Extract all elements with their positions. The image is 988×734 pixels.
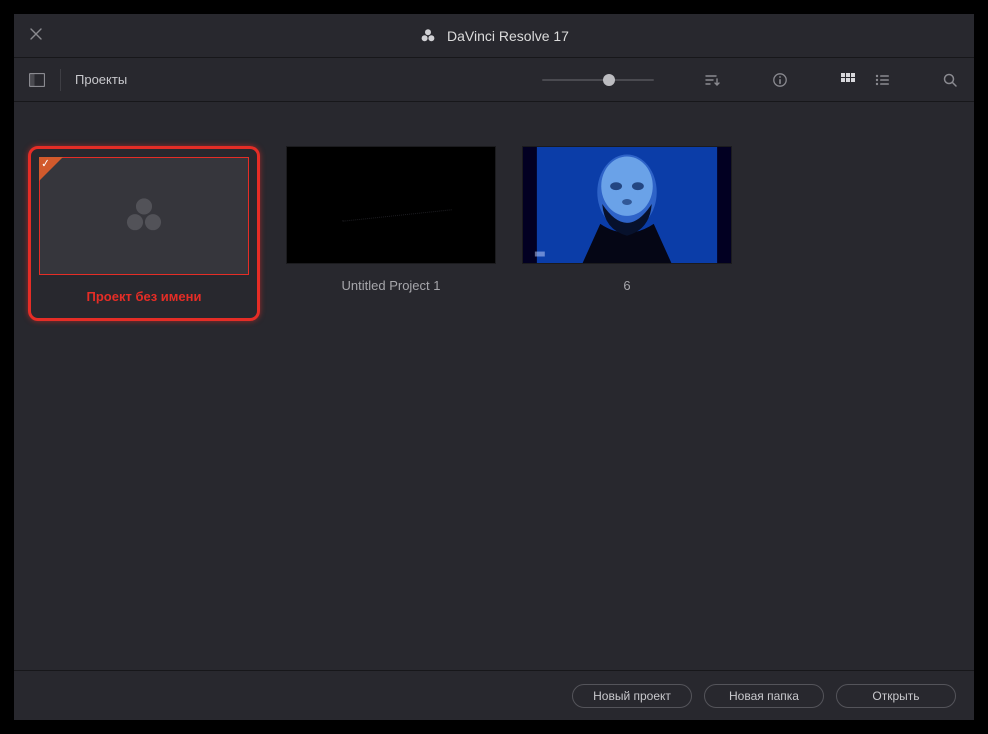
sidebar-toggle-icon[interactable]	[28, 71, 46, 89]
check-icon: ✓	[40, 157, 51, 171]
project-card[interactable]: Untitled Project 1	[286, 146, 496, 293]
project-name-label: 6	[623, 278, 630, 293]
project-name-label: Проект без имени	[87, 289, 202, 304]
project-manager-window: DaVinci Resolve 17 Проекты	[14, 14, 974, 720]
resolve-logo-icon	[121, 193, 167, 239]
project-thumbnail: ✓	[39, 157, 249, 275]
resolve-logo-icon	[419, 27, 437, 45]
breadcrumb: Проекты	[75, 72, 127, 87]
sort-icon[interactable]	[702, 70, 722, 90]
search-icon[interactable]	[940, 70, 960, 90]
close-icon[interactable]	[30, 28, 44, 42]
new-project-button[interactable]: Новый проект	[572, 684, 692, 708]
info-icon[interactable]	[770, 70, 790, 90]
project-card[interactable]: 6	[522, 146, 732, 293]
project-thumbnail	[522, 146, 732, 264]
project-name-label: Untitled Project 1	[342, 278, 441, 293]
open-button[interactable]: Открыть	[836, 684, 956, 708]
project-grid: ✓ Проект без имени Untitled Project 1	[14, 102, 974, 670]
project-card-highlighted[interactable]: ✓ Проект без имени	[28, 146, 260, 321]
divider	[60, 69, 61, 91]
list-view-icon[interactable]	[872, 70, 892, 90]
app-title: DaVinci Resolve 17	[447, 28, 569, 44]
titlebar: DaVinci Resolve 17	[14, 14, 974, 58]
thumbnail-size-slider[interactable]	[542, 71, 654, 89]
footer: Новый проект Новая папка Открыть	[14, 670, 974, 720]
grid-view-icon[interactable]	[838, 70, 858, 90]
toolbar: Проекты	[14, 58, 974, 102]
project-thumbnail	[286, 146, 496, 264]
new-folder-button[interactable]: Новая папка	[704, 684, 824, 708]
